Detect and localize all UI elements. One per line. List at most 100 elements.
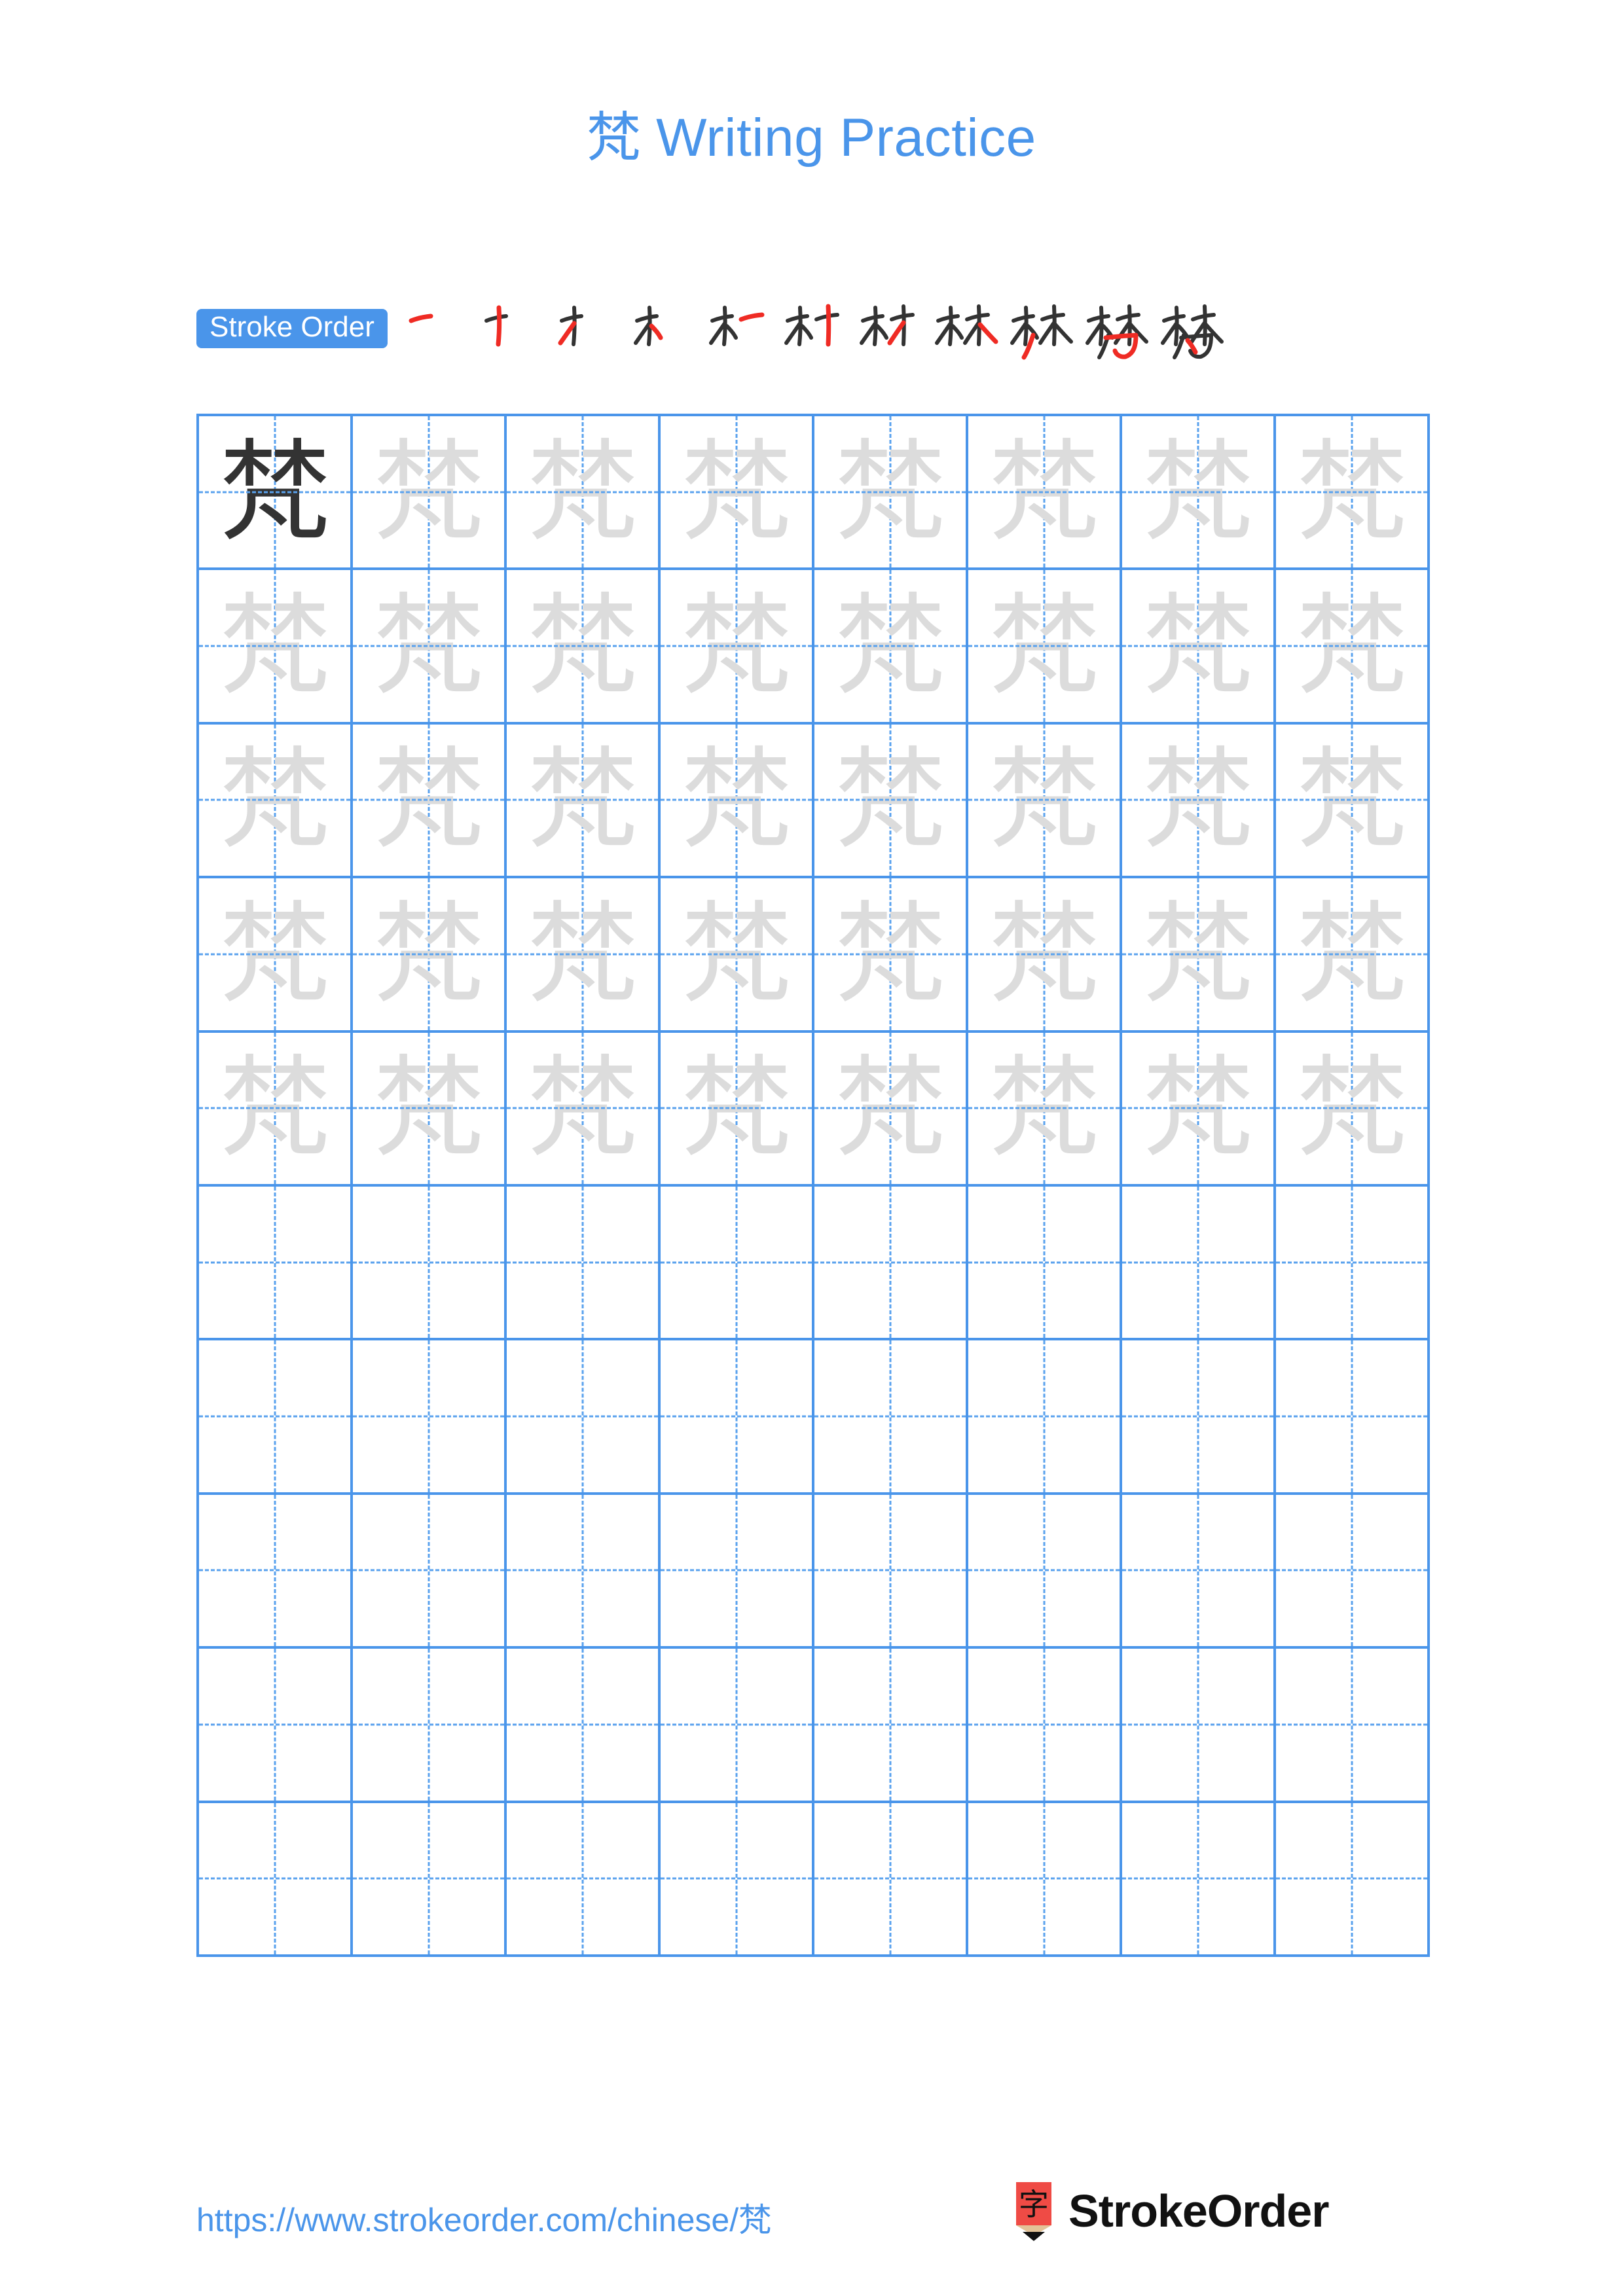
grid-cell-trace[interactable]: 梵 xyxy=(1276,878,1430,1033)
grid-cell-blank[interactable] xyxy=(814,1494,968,1649)
grid-cell-blank[interactable] xyxy=(968,1186,1122,1341)
grid-cell-blank[interactable] xyxy=(353,1186,507,1341)
grid-cell-trace[interactable]: 梵 xyxy=(1276,570,1430,725)
grid-cell-trace[interactable]: 梵 xyxy=(661,570,814,725)
grid-cell-trace[interactable]: 梵 xyxy=(968,416,1122,571)
grid-cell-trace[interactable]: 梵 xyxy=(1122,570,1276,725)
brand-logo[interactable]: 字 StrokeOrder xyxy=(1013,2179,1329,2242)
grid-cell-blank[interactable] xyxy=(1122,1340,1276,1495)
grid-cell-trace[interactable]: 梵 xyxy=(353,570,507,725)
grid-cell-blank[interactable] xyxy=(1276,1494,1430,1649)
grid-cell-blank[interactable] xyxy=(1122,1649,1276,1803)
grid-cell-trace[interactable]: 梵 xyxy=(353,1032,507,1187)
grid-cell-trace[interactable]: 梵 xyxy=(1276,724,1430,879)
grid-cell-trace[interactable]: 梵 xyxy=(968,878,1122,1033)
grid-cell-character: 梵 xyxy=(989,889,1099,1018)
grid-cell-blank[interactable] xyxy=(968,1649,1122,1803)
grid-cell-trace[interactable]: 梵 xyxy=(661,1032,814,1187)
grid-cell-trace[interactable]: 梵 xyxy=(199,570,353,725)
new-stroke xyxy=(739,312,765,321)
grid-cell-trace[interactable]: 梵 xyxy=(507,878,661,1033)
grid-cell-trace[interactable]: 梵 xyxy=(968,570,1122,725)
grid-cell-blank[interactable] xyxy=(661,1186,814,1341)
grid-cell-blank[interactable] xyxy=(353,1340,507,1495)
grid-cell-blank[interactable] xyxy=(661,1649,814,1803)
grid-cell-blank[interactable] xyxy=(199,1803,353,1957)
grid-cell-character: 梵 xyxy=(989,1044,1099,1173)
grid-cell-trace[interactable]: 梵 xyxy=(353,878,507,1033)
grid-cell-trace[interactable]: 梵 xyxy=(507,416,661,571)
grid-cell-trace[interactable]: 梵 xyxy=(661,416,814,571)
source-url-link[interactable]: https://www.strokeorder.com/chinese/梵 xyxy=(196,2194,771,2241)
grid-cell-trace[interactable]: 梵 xyxy=(199,724,353,879)
grid-cell-blank[interactable] xyxy=(199,1186,353,1341)
stroke-step-glyph-7 xyxy=(859,304,915,346)
grid-cell-trace[interactable]: 梵 xyxy=(1276,416,1430,571)
grid-cell-blank[interactable] xyxy=(814,1340,968,1495)
grid-cell-blank[interactable] xyxy=(507,1494,661,1649)
grid-cell-trace[interactable]: 梵 xyxy=(353,724,507,879)
grid-cell-blank[interactable] xyxy=(507,1649,661,1803)
grid-cell-trace[interactable]: 梵 xyxy=(507,724,661,879)
new-stroke xyxy=(826,304,831,346)
grid-cell-trace[interactable]: 梵 xyxy=(353,416,507,571)
stroke-step-glyph-5 xyxy=(708,305,765,346)
grid-cell-blank[interactable] xyxy=(661,1340,814,1495)
grid-cell-character: 梵 xyxy=(373,427,484,556)
grid-cell-trace[interactable]: 梵 xyxy=(199,878,353,1033)
grid-cell-blank[interactable] xyxy=(814,1649,968,1803)
grid-cell-character: 梵 xyxy=(1296,736,1407,865)
grid-cell-trace[interactable]: 梵 xyxy=(814,878,968,1033)
grid-cell-blank[interactable] xyxy=(199,1340,353,1495)
grid-cell-blank[interactable] xyxy=(1276,1186,1430,1341)
grid-cell-blank[interactable] xyxy=(1122,1186,1276,1341)
grid-cell-blank[interactable] xyxy=(661,1494,814,1649)
grid-cell-trace[interactable]: 梵 xyxy=(968,724,1122,879)
grid-cell-trace[interactable]: 梵 xyxy=(661,724,814,879)
grid-cell-blank[interactable] xyxy=(1122,1494,1276,1649)
grid-cell-blank[interactable] xyxy=(199,1649,353,1803)
grid-cell-trace[interactable]: 梵 xyxy=(1122,416,1276,571)
grid-cell-blank[interactable] xyxy=(1276,1649,1430,1803)
stroke-step-glyph-3 xyxy=(558,305,583,346)
existing-stroke xyxy=(1161,314,1186,323)
stroke-step-glyph-11 xyxy=(1160,304,1224,359)
existing-stroke xyxy=(724,323,738,340)
grid-cell-model[interactable]: 梵 xyxy=(199,416,353,571)
grid-cell-trace[interactable]: 梵 xyxy=(814,724,968,879)
grid-cell-blank[interactable] xyxy=(353,1494,507,1649)
grid-cell-blank[interactable] xyxy=(1276,1340,1430,1495)
grid-cell-blank[interactable] xyxy=(968,1340,1122,1495)
grid-cell-blank[interactable] xyxy=(1122,1803,1276,1957)
worksheet-page: 梵 Writing Practice Stroke Order 梵梵梵梵梵梵梵梵… xyxy=(0,0,1623,2296)
grid-cell-blank[interactable] xyxy=(507,1340,661,1495)
grid-cell-trace[interactable]: 梵 xyxy=(968,1032,1122,1187)
grid-cell-blank[interactable] xyxy=(353,1649,507,1803)
grid-cell-blank[interactable] xyxy=(814,1186,968,1341)
grid-cell-trace[interactable]: 梵 xyxy=(507,1032,661,1187)
grid-cell-trace[interactable]: 梵 xyxy=(814,1032,968,1187)
grid-cell-blank[interactable] xyxy=(507,1186,661,1341)
stroke-order-glyph-list xyxy=(402,295,1230,363)
grid-cell-character: 梵 xyxy=(1296,427,1407,556)
grid-cell-trace[interactable]: 梵 xyxy=(199,1032,353,1187)
grid-cell-character: 梵 xyxy=(219,1044,330,1173)
grid-cell-blank[interactable] xyxy=(1276,1803,1430,1957)
grid-cell-trace[interactable]: 梵 xyxy=(814,570,968,725)
grid-cell-blank[interactable] xyxy=(814,1803,968,1957)
grid-cell-blank[interactable] xyxy=(353,1803,507,1957)
grid-cell-blank[interactable] xyxy=(507,1803,661,1957)
grid-cell-blank[interactable] xyxy=(199,1494,353,1649)
grid-cell-blank[interactable] xyxy=(968,1803,1122,1957)
grid-cell-trace[interactable]: 梵 xyxy=(1122,724,1276,879)
grid-cell-trace[interactable]: 梵 xyxy=(661,878,814,1033)
grid-cell-character: 梵 xyxy=(527,427,638,556)
grid-cell-trace[interactable]: 梵 xyxy=(1122,1032,1276,1187)
grid-cell-trace[interactable]: 梵 xyxy=(814,416,968,571)
grid-cell-blank[interactable] xyxy=(968,1494,1122,1649)
grid-cell-trace[interactable]: 梵 xyxy=(1276,1032,1430,1187)
grid-cell-blank[interactable] xyxy=(661,1803,814,1957)
grid-cell-trace[interactable]: 梵 xyxy=(507,570,661,725)
grid-cell-trace[interactable]: 梵 xyxy=(1122,878,1276,1033)
existing-stroke xyxy=(799,323,813,340)
